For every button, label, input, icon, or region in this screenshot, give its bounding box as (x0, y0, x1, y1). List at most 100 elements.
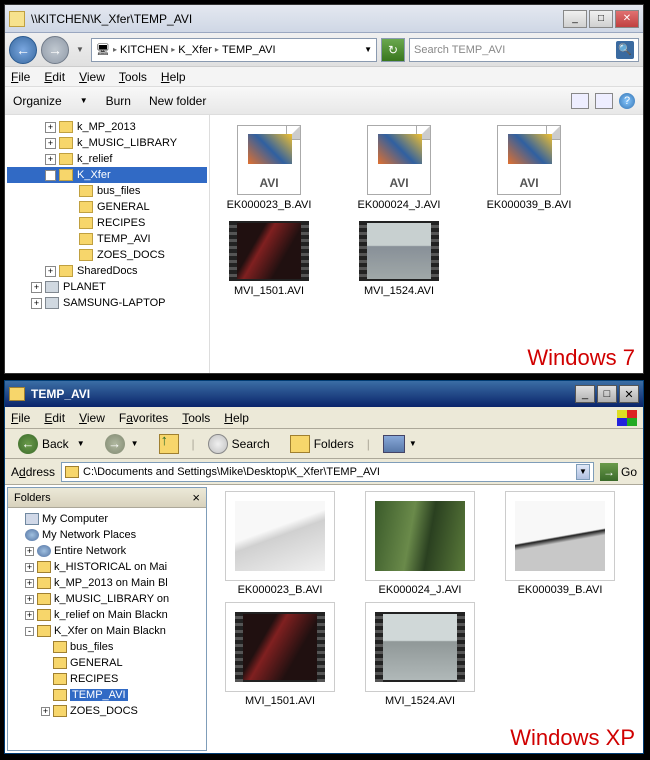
forward-button[interactable]: →▼ (98, 431, 146, 457)
go-button[interactable]: →Go (600, 463, 637, 481)
winxp-explorer-window: TEMP_AVI _ □ ✕ File Edit View Favorites … (4, 380, 644, 754)
tree-item[interactable]: bus_files (11, 639, 203, 655)
menu-edit[interactable]: Edit (44, 411, 65, 425)
close-button[interactable]: ✕ (615, 10, 639, 28)
window-title: TEMP_AVI (31, 387, 573, 401)
tree-item[interactable]: +k_MP_2013 on Main Bl (11, 575, 203, 591)
tree-item[interactable]: RECIPES (11, 671, 203, 687)
file-item[interactable]: MVI_1501.AVI (214, 221, 324, 297)
tree-item[interactable]: +k_HISTORICAL on Mai (11, 559, 203, 575)
maximize-button[interactable]: □ (589, 10, 613, 28)
address-input[interactable]: C:\Documents and Settings\Mike\Desktop\K… (61, 462, 594, 482)
folder-icon (9, 11, 25, 27)
tree-item[interactable]: TEMP_AVI (11, 687, 203, 703)
tree-item[interactable]: ZOES_DOCS (7, 247, 207, 263)
winxp-titlebar[interactable]: TEMP_AVI _ □ ✕ (5, 381, 643, 407)
winxp-folder-tree[interactable]: My ComputerMy Network Places+Entire Netw… (8, 508, 206, 750)
file-item[interactable]: EK000023_B.AVI (215, 491, 345, 596)
win7-explorer-window: \\KITCHEN\K_Xfer\TEMP_AVI _ □ ✕ ← → ▼ 🖥 … (4, 4, 644, 374)
search-button[interactable]: Search (201, 431, 277, 457)
preview-pane-button[interactable] (595, 93, 613, 109)
winxp-menubar: File Edit View Favorites Tools Help (5, 407, 643, 429)
file-item[interactable]: MVI_1501.AVI (215, 602, 345, 707)
tree-item[interactable]: +SharedDocs (7, 263, 207, 279)
views-button[interactable]: ▼ (376, 432, 424, 456)
tree-item[interactable]: +Entire Network (11, 543, 203, 559)
tree-item[interactable]: -K_Xfer (7, 167, 207, 183)
caption-label: Windows 7 (527, 345, 635, 371)
tree-item[interactable]: +k_MP_2013 (7, 119, 207, 135)
win7-menubar: File Edit View Tools Help (5, 67, 643, 87)
forward-button[interactable]: → (41, 36, 69, 64)
back-button[interactable]: ←Back▼ (11, 431, 92, 457)
close-button[interactable]: ✕ (619, 385, 639, 403)
menu-tools[interactable]: Tools (182, 411, 210, 425)
burn-button[interactable]: Burn (106, 94, 131, 108)
search-icon[interactable]: 🔍 (616, 41, 634, 59)
file-item[interactable]: MVI_1524.AVI (355, 602, 485, 707)
caption-label: Windows XP (510, 725, 635, 751)
up-button[interactable] (152, 431, 186, 457)
win7-toolbar: Organize▼ Burn New folder ? (5, 87, 643, 115)
file-item[interactable]: EK000024_J.AVI (355, 491, 485, 596)
menu-help[interactable]: Help (224, 411, 249, 425)
menu-favorites[interactable]: Favorites (119, 411, 168, 425)
winxp-toolbar: ←Back▼ →▼ | Search Folders | ▼ (5, 429, 643, 459)
panel-close-button[interactable]: × (192, 490, 200, 505)
menu-help[interactable]: Help (161, 70, 186, 84)
menu-file[interactable]: File (11, 70, 30, 84)
menu-view[interactable]: View (79, 70, 105, 84)
file-item[interactable]: AVIEK000024_J.AVI (344, 125, 454, 211)
win7-file-pane[interactable]: AVIEK000023_B.AVIAVIEK000024_J.AVIAVIEK0… (210, 115, 643, 373)
win7-folder-tree[interactable]: +k_MP_2013+k_MUSIC_LIBRARY+k_relief-K_Xf… (5, 115, 210, 373)
tree-item[interactable]: +PLANET (7, 279, 207, 295)
menu-file[interactable]: File (11, 411, 30, 425)
folders-button[interactable]: Folders (283, 432, 361, 456)
tree-item[interactable]: +k_MUSIC_LIBRARY (7, 135, 207, 151)
help-icon[interactable]: ? (619, 93, 635, 109)
organize-button[interactable]: Organize (13, 94, 62, 108)
panel-title: Folders (14, 492, 51, 504)
win7-navbar: ← → ▼ 🖥 ▸ KITCHEN ▸ K_Xfer ▸ TEMP_AVI ▼ … (5, 33, 643, 67)
tree-item[interactable]: +ZOES_DOCS (11, 703, 203, 719)
menu-view[interactable]: View (79, 411, 105, 425)
tree-item[interactable]: GENERAL (7, 199, 207, 215)
windows-logo-icon (617, 410, 637, 426)
refresh-button[interactable]: ↻ (381, 38, 405, 62)
folder-icon (9, 387, 25, 401)
tree-item[interactable]: +k_relief on Main Blackn (11, 607, 203, 623)
winxp-file-pane[interactable]: EK000023_B.AVIEK000024_J.AVIEK000039_B.A… (209, 485, 643, 753)
tree-item[interactable]: bus_files (7, 183, 207, 199)
file-item[interactable]: EK000039_B.AVI (495, 491, 625, 596)
file-item[interactable]: AVIEK000023_B.AVI (214, 125, 324, 211)
tree-item[interactable]: RECIPES (7, 215, 207, 231)
maximize-button[interactable]: □ (597, 385, 617, 403)
tree-item[interactable]: +k_MUSIC_LIBRARY on (11, 591, 203, 607)
file-item[interactable]: AVIEK000039_B.AVI (474, 125, 584, 211)
tree-item[interactable]: My Network Places (11, 527, 203, 543)
winxp-folders-panel: Folders × My ComputerMy Network Places+En… (7, 487, 207, 751)
history-dropdown[interactable]: ▼ (73, 36, 87, 64)
address-dropdown[interactable]: ▼ (576, 464, 590, 480)
menu-tools[interactable]: Tools (119, 70, 147, 84)
file-item[interactable]: MVI_1524.AVI (344, 221, 454, 297)
folder-icon (65, 466, 79, 478)
computer-icon: 🖥 (96, 43, 110, 56)
address-breadcrumb[interactable]: 🖥 ▸ KITCHEN ▸ K_Xfer ▸ TEMP_AVI ▼ (91, 38, 377, 62)
tree-item[interactable]: +k_relief (7, 151, 207, 167)
address-label: Address (11, 465, 55, 479)
view-mode-button[interactable] (571, 93, 589, 109)
minimize-button[interactable]: _ (563, 10, 587, 28)
win7-titlebar[interactable]: \\KITCHEN\K_Xfer\TEMP_AVI _ □ ✕ (5, 5, 643, 33)
tree-item[interactable]: +SAMSUNG-LAPTOP (7, 295, 207, 311)
winxp-addressbar: Address C:\Documents and Settings\Mike\D… (5, 459, 643, 485)
tree-item[interactable]: My Computer (11, 511, 203, 527)
minimize-button[interactable]: _ (575, 385, 595, 403)
menu-edit[interactable]: Edit (44, 70, 65, 84)
tree-item[interactable]: -K_Xfer on Main Blackn (11, 623, 203, 639)
back-button[interactable]: ← (9, 36, 37, 64)
tree-item[interactable]: TEMP_AVI (7, 231, 207, 247)
newfolder-button[interactable]: New folder (149, 94, 206, 108)
search-input[interactable]: Search TEMP_AVI 🔍 (409, 38, 639, 62)
tree-item[interactable]: GENERAL (11, 655, 203, 671)
